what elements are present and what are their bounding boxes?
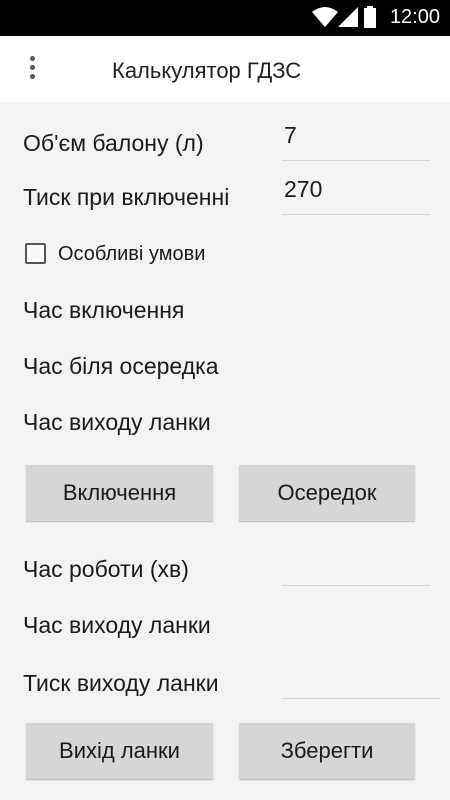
- time-on-label: Час включення: [23, 297, 185, 323]
- status-bar: 12:00: [0, 0, 450, 36]
- exit-time-label: Час виходу ланки: [23, 612, 211, 638]
- pressure-label: Тиск при включенні: [23, 184, 230, 210]
- signal-icon: [338, 7, 358, 27]
- exit-button[interactable]: Вихід ланки: [26, 723, 213, 779]
- exit-pressure-label: Тиск виходу ланки: [23, 670, 219, 696]
- source-button[interactable]: Осередок: [239, 465, 415, 521]
- save-button[interactable]: Зберегти: [239, 723, 415, 779]
- app-title: Калькулятор ГДЗС: [112, 58, 302, 83]
- status-time: 12:00: [389, 6, 440, 28]
- work-time-field[interactable]: [282, 545, 430, 586]
- pressure-field[interactable]: 270: [282, 174, 430, 215]
- time-exit-label: Час виходу ланки: [23, 409, 211, 435]
- battery-icon: [364, 6, 376, 28]
- volume-field[interactable]: 7: [282, 120, 430, 161]
- wifi-icon: [312, 7, 338, 27]
- work-time-label: Час роботи (хв): [23, 556, 189, 582]
- app-bar: Калькулятор ГДЗС: [0, 36, 450, 102]
- special-conditions-label[interactable]: Особливі умови: [58, 243, 205, 266]
- time-at-source-label: Час біля осередка: [23, 353, 219, 379]
- volume-value: 7: [284, 122, 297, 148]
- volume-label: Об'єм балону (л): [23, 130, 204, 156]
- exit-pressure-field[interactable]: [282, 658, 440, 699]
- special-conditions-checkbox[interactable]: [25, 243, 46, 264]
- overflow-menu-icon[interactable]: [22, 56, 44, 84]
- on-button[interactable]: Включення: [26, 465, 213, 521]
- pressure-value: 270: [284, 176, 323, 202]
